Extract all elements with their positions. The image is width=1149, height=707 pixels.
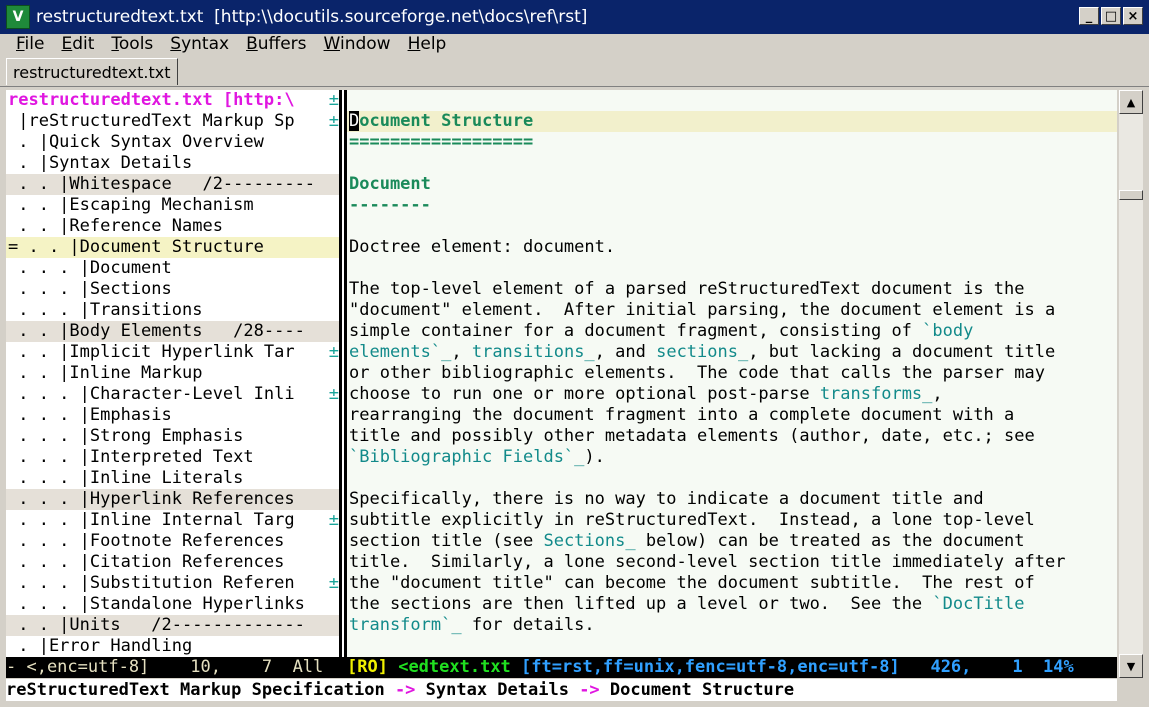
outline-item[interactable]: . . . |Strong Emphasis (6, 426, 339, 447)
text-line: the "document title" can become the docu… (349, 573, 1035, 593)
outline-item[interactable]: . . . |Inline Internal Targ ± (6, 510, 339, 531)
text-line: choose to run one or more optional post-… (349, 384, 943, 404)
outline-item[interactable]: . . |Reference Names (6, 216, 339, 237)
text-line: Specifically, there is no way to indicat… (349, 489, 984, 509)
menu-bar: File Edit Tools Syntax Buffers Window Help (0, 34, 1149, 54)
text-line (347, 90, 1117, 111)
outline-item[interactable]: . . . |Emphasis (6, 405, 339, 426)
outline-header: restructuredtext.txt [http:\ ± (8, 90, 339, 110)
text-line: -------- (349, 195, 431, 215)
text-line: transform`_ for details. (349, 615, 595, 635)
status-encoding: [ft=rst,ff=unix,fenc=utf-8,enc=utf-8] (521, 657, 900, 677)
scrollbar-thumb[interactable] (1119, 190, 1143, 200)
outline-item[interactable]: . |Error Handling (6, 636, 339, 657)
text-line: rearranging the document fragment into a… (349, 405, 1015, 425)
menu-item-file[interactable]: File (16, 34, 44, 54)
window-title: restructuredtext.txt [http:\\docutils.so… (36, 7, 588, 27)
text-line: section title (see Sections_ below) can … (349, 531, 1025, 551)
fold-marker-icon: ± (328, 90, 339, 110)
text-line: title. Similarly, a lone second-level se… (349, 552, 1066, 572)
text-line: simple container for a document fragment… (349, 321, 974, 341)
text-line: "document" element. After initial parsin… (349, 300, 1056, 320)
outline-item[interactable]: . . . |Character-Level Inli ± (6, 384, 339, 405)
maximize-button[interactable]: □ (1101, 7, 1121, 25)
tab-restructuredtext[interactable]: restructuredtext.txt (6, 58, 178, 85)
outline-item[interactable]: . . . |Footnote References (6, 531, 339, 552)
outline-item[interactable]: = . . |Document Structure (6, 237, 339, 258)
outline-item[interactable]: |reStructuredText Markup Sp ± (6, 111, 339, 132)
menu-item-syntax[interactable]: Syntax (170, 34, 229, 54)
readonly-flag: [RO] (347, 657, 388, 677)
menu-item-edit[interactable]: Edit (61, 34, 94, 54)
text-line: Doctree element: document. (349, 237, 616, 257)
fold-marker-icon: ± (328, 510, 339, 530)
text-line (347, 468, 1117, 489)
breadcrumb-item-root: reStructuredText Markup Specification (6, 680, 385, 700)
outline-item[interactable]: . . . |Transitions (6, 300, 339, 321)
outline-item[interactable]: . . |Whitespace /2--------- (6, 174, 339, 195)
breadcrumb: reStructuredText Markup Specification ->… (6, 679, 1117, 701)
outline-item[interactable]: . . . |Inline Literals (6, 468, 339, 489)
fold-marker-icon: ± (328, 384, 339, 404)
menu-item-window[interactable]: Window (324, 34, 391, 54)
outline-item[interactable]: . . . |Sections (6, 279, 339, 300)
outline-item[interactable]: . . . |Substitution Referen ± (6, 573, 339, 594)
text-line (347, 153, 1117, 174)
text-line (347, 636, 1117, 657)
text-line: ================== (349, 132, 534, 152)
document-pane[interactable]: Document Structure ================== Docu… (347, 90, 1117, 678)
text-line: Document (349, 174, 431, 194)
vertical-scrollbar[interactable]: ▲ ▼ (1119, 90, 1143, 678)
fold-marker-icon: ± (328, 342, 339, 362)
outline-item[interactable]: . . . |Interpreted Text (6, 447, 339, 468)
vertical-split-divider[interactable] (339, 90, 347, 678)
text-line: The top-level element of a parsed reStru… (349, 279, 1025, 299)
status-position: 426, 1 14% (899, 657, 1074, 677)
text-line (347, 216, 1117, 237)
menu-item-tools[interactable]: Tools (111, 34, 153, 54)
editor-area[interactable]: restructuredtext.txt [http:\ ± |reStructu… (6, 90, 1117, 678)
status-line: - <,enc=utf-8] 10, 7 All [RO] <edtext.tx… (6, 657, 1117, 678)
outline-item[interactable]: . . |Escaping Mechanism (6, 195, 339, 216)
title-bar: V restructuredtext.txt [http:\\docutils.… (0, 0, 1149, 34)
outline-item[interactable]: . . . |Document (6, 258, 339, 279)
outline-item[interactable]: . . . |Citation References (6, 552, 339, 573)
outline-item[interactable]: . . . |Hyperlink References (6, 489, 339, 510)
outline-item[interactable]: . |Syntax Details (6, 153, 339, 174)
text-line: subtitle explicitly in reStructuredText.… (349, 510, 1035, 530)
outline-item[interactable]: . . |Body Elements /28---- (6, 321, 339, 342)
outline-item[interactable]: . |Quick Syntax Overview (6, 132, 339, 153)
close-button[interactable]: × (1123, 7, 1143, 25)
menu-item-help[interactable]: Help (408, 34, 447, 54)
text-line: elements`_, transitions_, and sections_,… (349, 342, 1056, 362)
vim-icon: V (6, 5, 30, 29)
window-controls: _ □ × (1079, 7, 1143, 25)
text-line: title and possibly other metadata elemen… (349, 426, 1035, 446)
tab-bar: restructuredtext.txt (0, 56, 1149, 87)
scroll-down-icon[interactable]: ▼ (1119, 654, 1143, 678)
breadcrumb-item-section: Syntax Details (425, 680, 569, 700)
menu-item-buffers[interactable]: Buffers (246, 34, 306, 54)
text-line: or other bibliographic elements. The cod… (349, 363, 1045, 383)
breadcrumb-separator: -> (568, 680, 610, 700)
fold-marker-icon: ± (328, 573, 339, 593)
outline-item[interactable]: . . |Implicit Hyperlink Tar ± (6, 342, 339, 363)
status-filename: <edtext.txt (398, 657, 511, 677)
minimize-button[interactable]: _ (1079, 7, 1099, 25)
outline-item[interactable]: . . . |Standalone Hyperlinks (6, 594, 339, 615)
outline-item[interactable]: . . |Units /2------------- (6, 615, 339, 636)
outline-pane[interactable]: restructuredtext.txt [http:\ ± |reStructu… (6, 90, 339, 678)
outline-item[interactable]: . . |Inline Markup (6, 363, 339, 384)
scroll-up-icon[interactable]: ▲ (1119, 90, 1143, 114)
text-line: Document Structure (347, 111, 1117, 132)
fold-marker-icon: ± (328, 111, 339, 131)
text-line: the sections are then lifted up a level … (349, 594, 1025, 614)
text-line (347, 258, 1117, 279)
document-status: [RO] <edtext.txt [ft=rst,ff=unix,fenc=ut… (347, 657, 1074, 678)
breadcrumb-item-current: Document Structure (609, 680, 795, 700)
breadcrumb-separator: -> (384, 680, 426, 700)
text-line: `Bibliographic Fields`_). (349, 447, 605, 467)
outline-status: - <,enc=utf-8] 10, 7 All (6, 657, 324, 677)
